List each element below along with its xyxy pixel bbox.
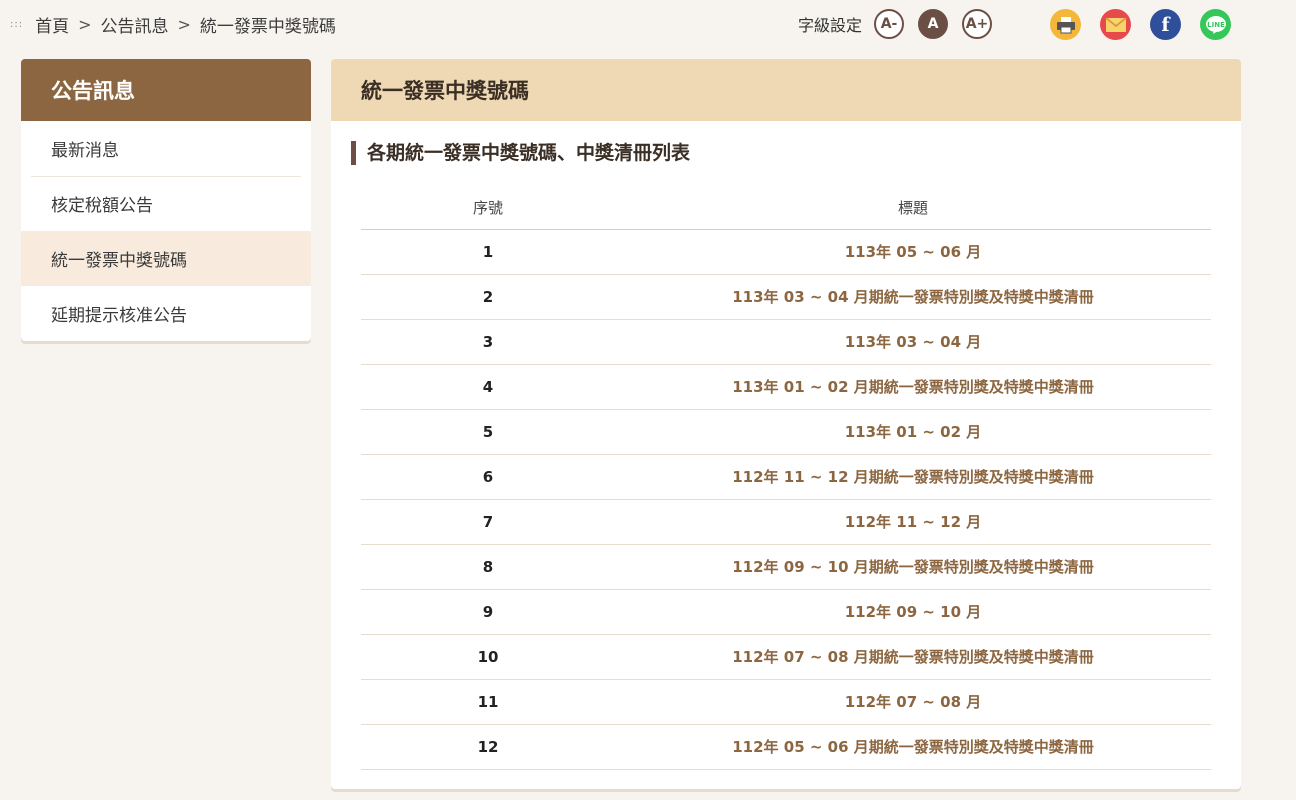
row-number: 11 [361,679,615,725]
table-header-row: 序號 標題 [361,187,1211,230]
table-row: 5 113年 01 ~ 02 月 [361,409,1211,455]
row-number: 6 [361,454,615,500]
row-number: 4 [361,364,615,410]
row-number: 7 [361,499,615,545]
row-title-link[interactable]: 113年 01 ~ 02 月 [615,409,1211,455]
share-bar: f LINE [1050,9,1250,40]
table-row: 4 113年 01 ~ 02 月期統一發票特別獎及特獎中獎清冊 [361,364,1211,410]
row-title-link[interactable]: 112年 09 ~ 10 月期統一發票特別獎及特獎中獎清冊 [615,544,1211,590]
sidebar: 公告訊息 最新消息 核定稅額公告 統一發票中獎號碼 延期提示核准公告 [21,59,311,341]
font-medium-button[interactable]: A [918,9,949,39]
table-row: 3 113年 03 ~ 04 月 [361,319,1211,365]
facebook-icon[interactable]: f [1150,9,1181,40]
table-row: 9 112年 09 ~ 10 月 [361,589,1211,635]
section-subtitle: 各期統一發票中獎號碼、中獎清冊列表 [351,141,690,165]
row-number: 9 [361,589,615,635]
breadcrumb: ::: 首頁 > 公告訊息 > 統一發票中獎號碼 [10,12,336,37]
sidebar-item-extension-notice[interactable]: 延期提示核准公告 [21,286,311,341]
font-size-setting: 字級設定 A- A A+ [798,9,1006,39]
font-size-label: 字級設定 [798,16,863,35]
row-title-link[interactable]: 112年 09 ~ 10 月 [615,589,1211,635]
table-row: 7 112年 11 ~ 12 月 [361,499,1211,545]
print-icon[interactable] [1050,9,1081,40]
table-row: 11 112年 07 ~ 08 月 [361,679,1211,725]
font-small-button[interactable]: A- [874,9,905,39]
column-header-number: 序號 [361,187,615,230]
sidebar-item-tax-assessment[interactable]: 核定稅額公告 [21,176,311,231]
table-row: 6 112年 11 ~ 12 月期統一發票特別獎及特獎中獎清冊 [361,454,1211,500]
row-title-link[interactable]: 112年 07 ~ 08 月期統一發票特別獎及特獎中獎清冊 [615,634,1211,680]
breadcrumb-separator: > [78,15,92,34]
row-title-link[interactable]: 113年 05 ~ 06 月 [615,229,1211,275]
line-icon-text: LINE [1207,21,1225,29]
font-large-button[interactable]: A+ [962,9,993,39]
breadcrumb-announcements[interactable]: 公告訊息 [101,12,169,37]
table-row: 8 112年 09 ~ 10 月期統一發票特別獎及特獎中獎清冊 [361,544,1211,590]
row-title-link[interactable]: 113年 03 ~ 04 月 [615,319,1211,365]
breadcrumb-home[interactable]: 首頁 [35,12,69,37]
breadcrumb-separator: > [177,15,191,34]
page-title: 統一發票中獎號碼 [331,59,1241,121]
breadcrumb-dots: ::: [10,19,24,30]
announcement-table: 序號 標題 1 113年 05 ~ 06 月 2 113年 03 ~ 04 月期統一發… [361,187,1211,770]
row-title-link[interactable]: 113年 03 ~ 04 月期統一發票特別獎及特獎中獎清冊 [615,274,1211,320]
breadcrumb-current: 統一發票中獎號碼 [199,17,336,37]
row-number: 8 [361,544,615,590]
sidebar-item-invoice-lottery[interactable]: 統一發票中獎號碼 [21,231,311,286]
row-number: 5 [361,409,615,455]
row-title-link[interactable]: 112年 07 ~ 08 月 [615,679,1211,725]
sidebar-item-latest-news[interactable]: 最新消息 [21,121,311,176]
table-row: 2 113年 03 ~ 04 月期統一發票特別獎及特獎中獎清冊 [361,274,1211,320]
row-title-link[interactable]: 112年 05 ~ 06 月期統一發票特別獎及特獎中獎清冊 [615,724,1211,770]
row-number: 10 [361,634,615,680]
mail-icon[interactable] [1100,9,1131,40]
row-number: 12 [361,724,615,770]
row-title-link[interactable]: 112年 11 ~ 12 月 [615,499,1211,545]
line-icon[interactable]: LINE [1200,9,1231,40]
row-title-link[interactable]: 113年 01 ~ 02 月期統一發票特別獎及特獎中獎清冊 [615,364,1211,410]
table-row: 12 112年 05 ~ 06 月期統一發票特別獎及特獎中獎清冊 [361,724,1211,770]
column-header-title: 標題 [615,187,1211,230]
top-bar: ::: 首頁 > 公告訊息 > 統一發票中獎號碼 字級設定 A- A A+ f [0,0,1296,50]
table-row: 1 113年 05 ~ 06 月 [361,229,1211,275]
row-number: 2 [361,274,615,320]
row-title-link[interactable]: 112年 11 ~ 12 月期統一發票特別獎及特獎中獎清冊 [615,454,1211,500]
table-row: 10 112年 07 ~ 08 月期統一發票特別獎及特獎中獎清冊 [361,634,1211,680]
row-number: 1 [361,229,615,275]
sidebar-title: 公告訊息 [21,59,311,121]
row-number: 3 [361,319,615,365]
main-content: 統一發票中獎號碼 各期統一發票中獎號碼、中獎清冊列表 序號 標題 1 113年 0… [331,59,1241,789]
